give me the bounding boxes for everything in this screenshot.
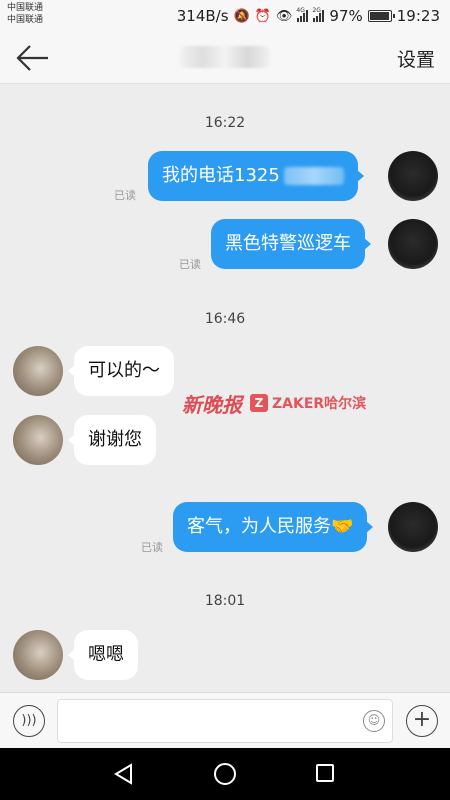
battery-percent: 97%	[329, 7, 363, 25]
watermark: 新晚报 Z ZAKER哈尔滨	[182, 390, 366, 417]
nav-home-icon[interactable]	[214, 763, 236, 785]
message-bubble-incoming[interactable]: 可以的～	[68, 346, 174, 396]
plus-icon[interactable]: +	[406, 705, 438, 737]
zaker-logo-icon: Z	[250, 394, 268, 412]
message-bubble-incoming[interactable]: 嗯嗯	[68, 630, 138, 680]
message-bubble-incoming[interactable]: 谢谢您	[68, 415, 156, 465]
battery-icon	[367, 10, 395, 22]
clock: 19:23	[396, 7, 440, 25]
timestamp: 16:22	[204, 115, 246, 131]
avatar-contact[interactable]	[13, 415, 63, 465]
redacted-number	[283, 167, 344, 185]
eye-icon: 👁	[275, 8, 293, 24]
message-bubble-outgoing[interactable]: 黑色特警巡逻车	[211, 219, 371, 269]
message-input[interactable]: ☺	[57, 699, 393, 743]
settings-button[interactable]: 设置	[397, 45, 435, 72]
timestamp: 18:01	[204, 593, 246, 609]
watermark-logo-xinwanbao: 新晚报	[182, 392, 242, 417]
net-speed: 314B/s	[176, 7, 229, 25]
signal-1-icon: 4G	[296, 7, 309, 22]
voice-icon[interactable]: )))	[13, 705, 45, 737]
message-bubble-outgoing[interactable]: 我的电话1325	[148, 151, 364, 201]
avatar-self[interactable]	[388, 151, 438, 201]
status-right: 314B/s 🔕 ⏰ 👁 4G 2G 97% 19:23	[177, 4, 440, 28]
read-receipt: 已读	[141, 541, 163, 554]
carrier-labels: 中国联通 中国联通	[7, 2, 43, 26]
input-bar: ))) ☺ +	[0, 692, 450, 748]
nav-recent-icon[interactable]	[316, 764, 334, 782]
read-receipt: 已读	[114, 189, 136, 202]
timestamp: 16:46	[204, 311, 246, 327]
carrier-1: 中国联通	[7, 3, 44, 13]
avatar-contact[interactable]	[13, 346, 63, 396]
emoji-icon[interactable]: ☺	[363, 710, 385, 732]
nav-back-icon[interactable]	[113, 763, 135, 785]
back-button[interactable]	[14, 42, 54, 74]
contact-name-redacted	[175, 46, 275, 70]
carrier-2: 中国联通	[7, 15, 44, 25]
mute-icon: 🔕	[233, 8, 250, 24]
status-bar: 中国联通 中国联通 314B/s 🔕 ⏰ 👁 4G 2G 97% 19:23	[0, 0, 450, 32]
alarm-icon: ⏰	[254, 8, 271, 24]
avatar-self[interactable]	[388, 502, 438, 552]
arrow-left-icon	[16, 45, 48, 71]
avatar-contact[interactable]	[13, 630, 63, 680]
signal-2-icon: 2G	[312, 7, 325, 22]
title-bar: 设置	[0, 32, 450, 84]
read-receipt: 已读	[179, 258, 201, 271]
avatar-self[interactable]	[388, 219, 438, 269]
system-nav-bar	[0, 748, 450, 800]
message-bubble-outgoing[interactable]: 客气，为人民服务🤝	[173, 502, 374, 552]
watermark-logo-zaker: Z ZAKER哈尔滨	[250, 393, 366, 413]
